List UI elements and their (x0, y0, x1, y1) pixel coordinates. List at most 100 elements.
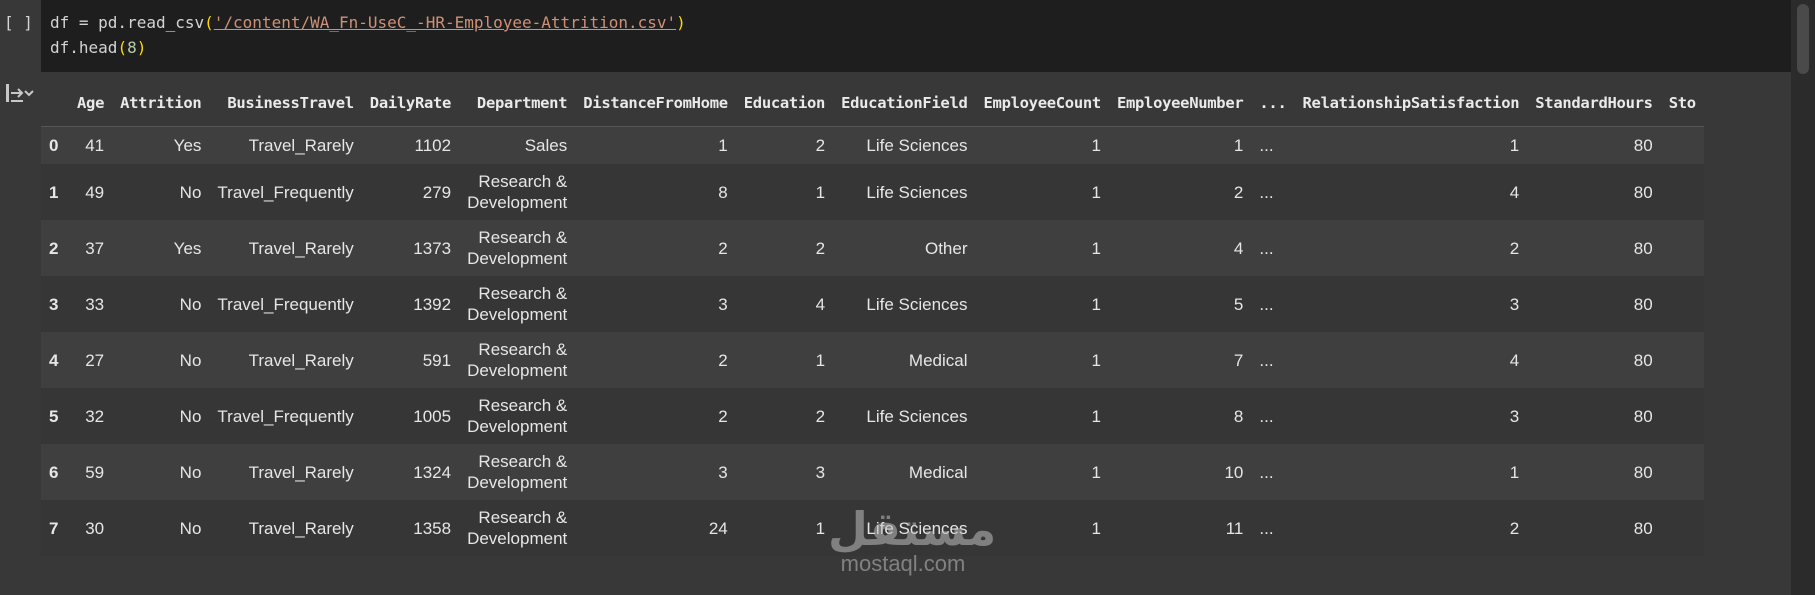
cell-education: 1 (815, 518, 826, 538)
cell-education: 3 (815, 462, 826, 482)
cell-daily-rate: 1324 (413, 462, 452, 482)
cell-business-travel: Travel_Rarely (248, 136, 354, 155)
scrollbar-thumb[interactable] (1797, 4, 1809, 74)
cell-age: 37 (85, 238, 105, 258)
file-path-string[interactable]: '/content/WA_Fn-UseC_-HR-Employee-Attrit… (214, 13, 676, 32)
cell-distance: 2 (718, 238, 728, 258)
vertical-scrollbar[interactable] (1791, 0, 1815, 595)
cell-truncated (1661, 276, 1704, 332)
code-text: df = pd.read_csv (50, 13, 205, 32)
cell-distance: 24 (708, 518, 728, 538)
cell-attrition: Yes (173, 238, 202, 258)
cell-employee-number: 7 (1233, 350, 1244, 370)
code-line-1: df = pd.read_csv('/content/WA_Fn-UseC_-H… (50, 13, 686, 32)
cell-distance: 3 (718, 462, 728, 482)
cell-employee-number: 2 (1233, 182, 1244, 202)
row-index: 5 (49, 406, 59, 426)
cell-age: 59 (85, 462, 105, 482)
cell-business-travel: Travel_Rarely (248, 238, 354, 258)
cell-standard-hours: 80 (1633, 350, 1653, 370)
cell-relationship: 3 (1509, 294, 1520, 314)
table-row: 7 30 No Travel_Rarely 1358 Research & Dev… (41, 500, 1704, 556)
cell-employee-number: 8 (1233, 406, 1244, 426)
cell-distance: 2 (718, 350, 728, 370)
cell-attrition: No (179, 518, 202, 538)
cell-daily-rate: 1358 (413, 518, 452, 538)
column-header: Education (735, 80, 834, 127)
cell-truncated (1661, 388, 1704, 444)
cell-education-field: Life Sciences (866, 406, 968, 426)
row-index: 1 (49, 182, 59, 202)
column-header: Attrition (112, 80, 210, 127)
cell-standard-hours: 80 (1633, 518, 1653, 538)
department-line: Development (467, 249, 568, 268)
cell-ellipsis: ... (1259, 350, 1274, 370)
column-header: DistanceFromHome (575, 80, 736, 127)
cell-business-travel: Travel_Rarely (248, 518, 354, 538)
cell-age: 41 (85, 136, 105, 155)
code-editor[interactable]: df = pd.read_csv('/content/WA_Fn-UseC_-H… (41, 0, 1791, 72)
cell-business-travel: Travel_Rarely (248, 350, 354, 370)
department-line: Development (467, 417, 568, 436)
column-header: EducationField (833, 80, 976, 127)
cell-standard-hours: 80 (1633, 294, 1653, 314)
cell-business-travel: Travel_Frequently (217, 182, 354, 202)
department-line: Research & (478, 452, 568, 471)
table-row: 1 49 No Travel_Frequently 279 Research &… (41, 164, 1704, 220)
table-row: 4 2 7 No Travel_Rarely 591 Research & Deve… (41, 332, 1704, 388)
cell-department: Research & Development (459, 444, 575, 500)
column-header: ... (1251, 80, 1295, 127)
cell-department: Research & Development (459, 500, 575, 556)
department-line: Research & (478, 340, 568, 359)
cell-education-field: Life Sciences (866, 518, 968, 538)
table-row: 5 32 No Travel_Frequently 1005 Research … (41, 388, 1704, 444)
cell-employee-count: 1 (1091, 182, 1101, 202)
department-line: Development (467, 473, 568, 492)
cell-relationship: 2 (1509, 238, 1520, 258)
run-cell-button[interactable]: [ ] (4, 13, 33, 32)
cell-employee-number: 10 (1224, 462, 1244, 482)
cell-attrition: No (179, 350, 202, 370)
code-paren: ) (676, 13, 686, 32)
cell-education-field: Medical (908, 462, 968, 482)
cell-relationship: 4 (1509, 182, 1520, 202)
dataframe-table: Age Attrition BusinessTravel DailyRate D… (41, 80, 1704, 556)
cell-department: Research & Development (459, 276, 575, 332)
cell-employee-count: 1 (1091, 238, 1101, 258)
department-line: Development (467, 361, 568, 380)
column-header: DailyRate (361, 80, 460, 127)
cell-education-field: Medical (908, 350, 968, 370)
cell-education: 2 (815, 406, 826, 426)
cell-relationship: 4 (1509, 350, 1520, 370)
cell-attrition: No (179, 462, 202, 482)
cell-daily-rate: 1005 (413, 406, 452, 426)
cell-employee-count: 1 (1091, 350, 1101, 370)
cell-daily-rate: 1102 (414, 136, 452, 155)
row-index: 6 (49, 462, 59, 482)
cell-ellipsis: ... (1259, 518, 1274, 538)
cell-attrition: No (179, 294, 202, 314)
cell-department: Research & Development (459, 332, 575, 388)
cell-age: 32 (85, 406, 105, 426)
cell-education: 1 (815, 350, 826, 370)
cell-daily-rate: 279 (422, 182, 452, 202)
cell-standard-hours: 80 (1633, 136, 1653, 155)
cell-employee-count: 1 (1091, 406, 1101, 426)
cell-ellipsis: ... (1259, 294, 1274, 314)
column-header: RelationshipSatisfaction (1294, 80, 1528, 127)
column-header: Department (459, 80, 576, 127)
cell-relationship: 2 (1509, 518, 1520, 538)
table-row: 3 33 No Travel_Frequently 1392 Research … (41, 276, 1704, 332)
code-cell[interactable]: [ ] df = pd.read_csv('/content/WA_Fn-Use… (0, 0, 1815, 72)
output-toggle-icon[interactable] (4, 82, 34, 110)
cell-daily-rate: 591 (422, 350, 452, 370)
cell-ellipsis: ... (1259, 136, 1274, 155)
cell-employee-number: 5 (1233, 294, 1244, 314)
cell-truncated (1661, 332, 1704, 388)
cell-employee-count: 1 (1091, 136, 1101, 155)
column-header: EmployeeCount (975, 80, 1109, 127)
department-line: Research & (478, 172, 568, 191)
cell-ellipsis: ... (1259, 462, 1274, 482)
cell-employee-count: 1 (1091, 518, 1101, 538)
cell-relationship: 1 (1509, 462, 1520, 482)
